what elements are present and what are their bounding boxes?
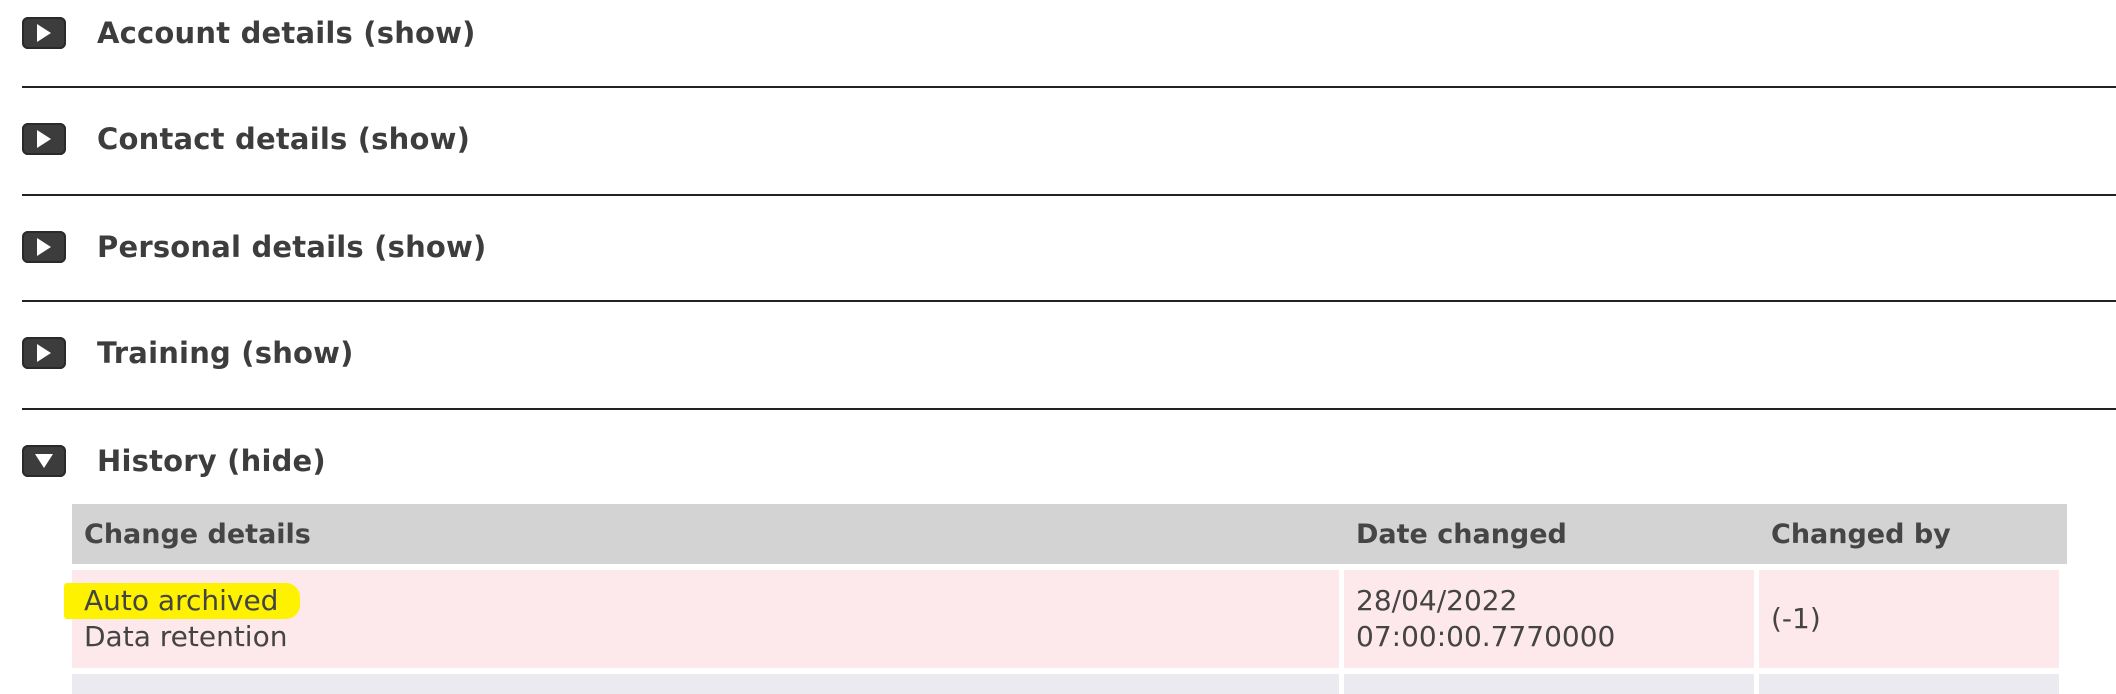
contact-details-toggle[interactable]: Contact details (show)	[22, 120, 470, 158]
change-detail: Data retention	[84, 620, 288, 653]
expand-arrow-icon[interactable]	[22, 231, 66, 263]
training-title[interactable]: Training (show)	[97, 336, 354, 370]
date-changed-cell: 28/04/2022 07:00:00.7770000	[1344, 570, 1754, 668]
history-table: Change details Date changed Changed by A…	[64, 504, 2067, 694]
section-contact-details: Contact details (show)	[22, 88, 2116, 196]
table-row: Auto archived Data retention 28/04/2022 …	[64, 570, 2067, 668]
date-changed-cell	[1344, 674, 1754, 694]
history-toggle[interactable]: History (hide)	[22, 442, 326, 480]
table-row	[72, 674, 2067, 694]
personal-details-title[interactable]: Personal details (show)	[97, 230, 487, 264]
column-header-change-details[interactable]: Change details	[72, 519, 1344, 550]
contact-details-title[interactable]: Contact details (show)	[97, 122, 470, 156]
table-header-row: Change details Date changed Changed by	[72, 504, 2067, 564]
section-account-details: Account details (show)	[22, 0, 2116, 88]
expand-arrow-icon[interactable]	[22, 17, 66, 49]
time-value: 07:00:00.7770000	[1356, 620, 1616, 653]
column-header-date-changed[interactable]: Date changed	[1344, 519, 1759, 550]
personal-details-toggle[interactable]: Personal details (show)	[22, 228, 487, 266]
expand-arrow-icon[interactable]	[22, 337, 66, 369]
expand-arrow-icon[interactable]	[22, 123, 66, 155]
account-details-toggle[interactable]: Account details (show)	[22, 14, 476, 52]
column-header-changed-by[interactable]: Changed by	[1759, 519, 2067, 550]
change-title: Auto archived	[64, 583, 301, 619]
section-training: Training (show)	[22, 302, 2116, 410]
change-details-cell	[72, 674, 1339, 694]
changed-by-cell: (-1)	[1759, 570, 2059, 668]
changed-by-value: (-1)	[1771, 602, 1821, 635]
changed-by-cell	[1759, 674, 2059, 694]
section-history: History (hide) Change details Date chang…	[22, 410, 2116, 694]
date-value: 28/04/2022	[1356, 584, 1518, 617]
section-personal-details: Personal details (show)	[22, 196, 2116, 302]
history-title[interactable]: History (hide)	[97, 444, 326, 478]
collapse-arrow-icon[interactable]	[22, 445, 66, 477]
change-details-cell: Auto archived Data retention	[64, 570, 1339, 668]
account-details-title[interactable]: Account details (show)	[97, 16, 476, 50]
training-toggle[interactable]: Training (show)	[22, 334, 354, 372]
